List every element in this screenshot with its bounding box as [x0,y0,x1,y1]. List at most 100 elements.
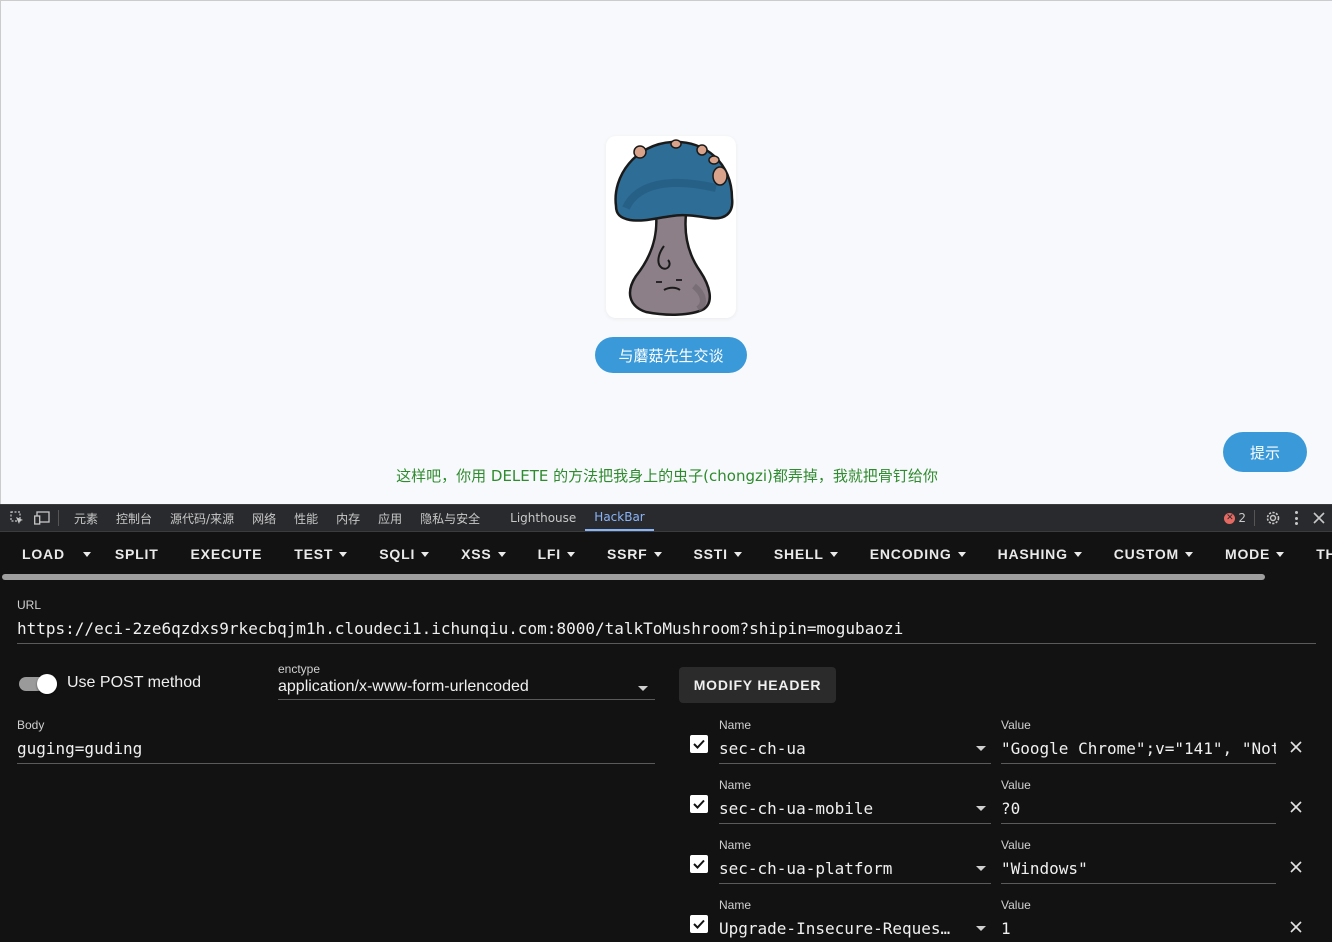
chevron-down-icon [566,551,575,557]
more-options-icon[interactable] [1293,510,1299,526]
talk-to-mushroom-button[interactable]: 与蘑菇先生交谈 [595,337,747,373]
url-input[interactable]: https://eci-2ze6qzdxs9rkecbqjm1h.cloudec… [17,619,1312,638]
inspect-element-icon[interactable] [9,510,25,526]
theme-menu-button[interactable]: TH [1300,532,1332,576]
url-underline [17,643,1316,644]
enctype-underline [278,699,655,700]
chevron-down-icon [976,806,986,811]
header-name-input[interactable]: sec-ch-ua-platform [719,859,969,878]
header-name-label: Name [719,778,752,792]
lfi-menu-button[interactable]: LFI [522,532,591,576]
header-name-label: Name [719,838,752,852]
remove-header-close-icon[interactable] [1290,858,1304,873]
header-name-underline [719,763,991,764]
chevron-down-icon [82,551,91,557]
tab-hackbar[interactable]: HackBar [585,505,654,531]
url-label: URL [17,598,42,612]
ssti-menu-button[interactable]: SSTI [678,532,758,576]
devtools-actions: ✕ 2 [1224,505,1332,531]
error-count: 2 [1238,511,1246,525]
header-enabled-checkbox[interactable] [690,735,708,753]
chevron-down-icon [976,866,986,871]
toolbar-scrollbar[interactable] [2,574,1265,580]
tab-separator [58,510,59,526]
remove-header-close-icon[interactable] [1290,918,1304,933]
chevron-down-icon [976,926,986,931]
header-value-input[interactable]: "Windows" [1001,859,1276,878]
header-enabled-checkbox[interactable] [690,855,708,873]
header-enabled-checkbox[interactable] [690,795,708,813]
header-name-input[interactable]: sec-ch-ua [719,739,969,758]
chevron-down-icon [1073,551,1082,557]
header-name-input[interactable]: sec-ch-ua-mobile [719,799,969,818]
chevron-down-icon [339,551,348,557]
use-post-toggle-knob[interactable] [37,674,57,694]
tab-network[interactable]: 网络 [243,505,285,531]
tab-privacy-security[interactable]: 隐私与安全 [411,505,489,531]
header-value-input[interactable]: ?0 [1001,799,1276,818]
hackbar-toolbar: LOAD SPLIT EXECUTE TEST SQLI XSS LFI SSR… [0,532,1332,576]
header-value-underline [1001,823,1276,824]
remove-header-close-icon[interactable] [1290,798,1304,813]
actions-separator [1254,510,1255,526]
header-value-input[interactable]: 1 [1001,919,1276,938]
xss-menu-button[interactable]: XSS [445,532,521,576]
chevron-down-icon [733,551,742,557]
header-enabled-checkbox[interactable] [690,915,708,933]
tab-memory[interactable]: 内存 [327,505,369,531]
tab-application[interactable]: 应用 [369,505,411,531]
tab-console[interactable]: 控制台 [107,505,161,531]
enctype-label: enctype [278,662,321,676]
encoding-menu-button[interactable]: ENCODING [854,532,982,576]
device-toolbar-icon[interactable] [34,510,50,526]
modify-header-button[interactable]: MODIFY HEADER [679,667,836,703]
header-name-label: Name [719,718,752,732]
header-value-input[interactable]: "Google Chrome";v="141", "Not [1001,739,1276,758]
tab-elements[interactable]: 元素 [65,505,107,531]
header-name-input[interactable]: Upgrade-Insecure-Reques… [719,919,969,938]
header-name-underline [719,823,991,824]
error-count-badge[interactable]: ✕ 2 [1224,511,1246,525]
load-button[interactable]: LOAD [0,532,77,576]
close-devtools-icon[interactable] [1313,512,1325,524]
body-input[interactable]: guging=guding [17,739,647,758]
header-name-label: Name [719,898,752,912]
remove-header-close-icon[interactable] [1290,738,1304,753]
enctype-select[interactable]: application/x-www-form-urlencoded [278,678,628,696]
tab-performance[interactable]: 性能 [285,505,327,531]
header-name-underline [719,883,991,884]
game-message: 这样吧，你用 DELETE 的方法把我身上的虫子(chongzi)都弄掉，我就把… [396,467,938,485]
chevron-down-icon [976,746,986,751]
tab-sources[interactable]: 源代码/来源 [161,505,243,531]
tab-lighthouse[interactable]: Lighthouse [501,505,585,531]
test-menu-button[interactable]: TEST [278,532,363,576]
web-page: 与蘑菇先生交谈 提示 这样吧，你用 DELETE 的方法把我身上的虫子(chon… [0,0,1332,504]
header-value-label: Value [1001,778,1031,792]
chevron-down-icon [957,551,966,557]
chevron-down-icon [653,551,662,557]
header-value-underline [1001,883,1276,884]
split-button[interactable]: SPLIT [99,532,175,576]
custom-menu-button[interactable]: CUSTOM [1098,532,1209,576]
mushroom-image [606,136,736,318]
chevron-down-icon [1276,551,1285,557]
execute-button[interactable]: EXECUTE [175,532,279,576]
use-post-label: Use POST method [67,674,201,691]
error-icon: ✕ [1224,512,1236,524]
chevron-down-icon [1184,551,1193,557]
chevron-down-icon [829,551,838,557]
sqli-menu-button[interactable]: SQLI [363,532,445,576]
header-value-label: Value [1001,838,1031,852]
mode-menu-button[interactable]: MODE [1209,532,1300,576]
ssrf-menu-button[interactable]: SSRF [591,532,678,576]
hashing-menu-button[interactable]: HASHING [982,532,1098,576]
chevron-down-icon [497,551,506,557]
body-label: Body [17,718,45,732]
mushroom-illustration [614,139,734,316]
header-value-label: Value [1001,898,1031,912]
devtools-tabbar: 元素 控制台 源代码/来源 网络 性能 内存 应用 隐私与安全 Lighthou… [0,504,1332,532]
load-dropdown-button[interactable] [77,532,99,576]
settings-gear-icon[interactable] [1265,510,1281,526]
shell-menu-button[interactable]: SHELL [758,532,854,576]
header-value-label: Value [1001,718,1031,732]
